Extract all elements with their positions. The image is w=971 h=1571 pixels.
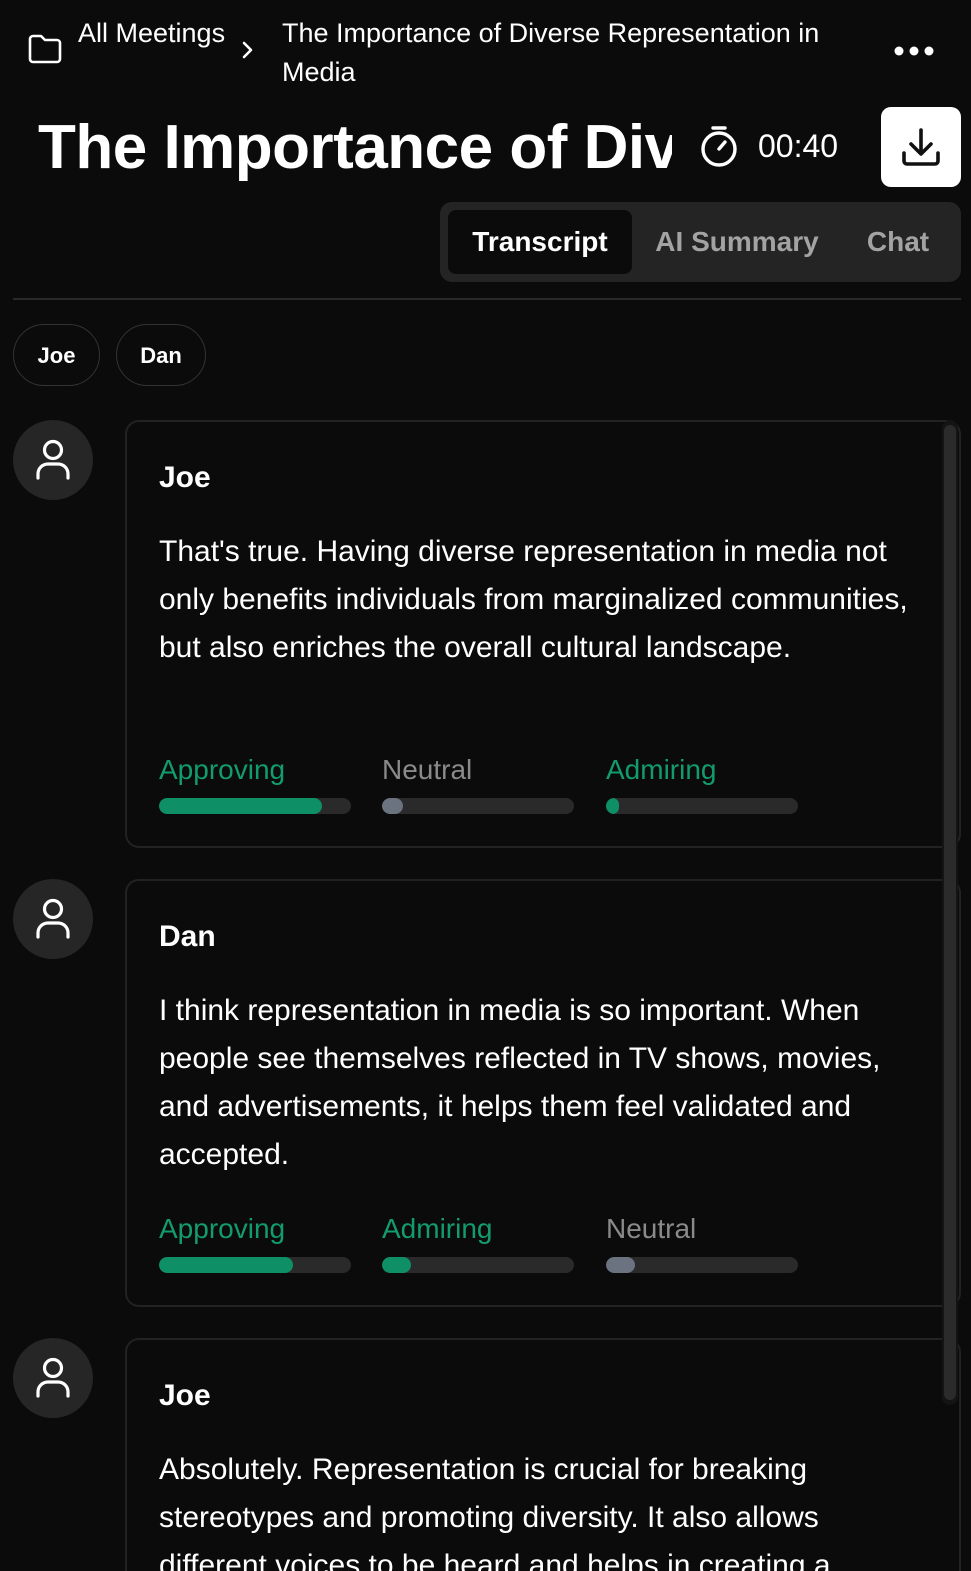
chevron-right-icon — [242, 41, 253, 59]
emotion-bar-fill — [606, 798, 620, 814]
emotion-meter: Admiring — [382, 1211, 574, 1273]
transcript-message: Joe That's true. Having diverse represen… — [125, 420, 961, 848]
emotion-bar-fill — [382, 798, 404, 814]
scrollbar-thumb[interactable] — [944, 425, 956, 1400]
emotion-meter: Approving — [159, 752, 351, 814]
emotion-label: Neutral — [606, 1213, 697, 1244]
emotion-bar — [382, 1257, 574, 1273]
view-tabs: Transcript AI Summary Chat — [440, 202, 961, 282]
message-speaker: Joe — [159, 461, 211, 494]
message-text: That's true. Having diverse representati… — [159, 535, 908, 664]
emotion-meter: Neutral — [606, 1211, 798, 1273]
message-speaker: Dan — [159, 920, 216, 953]
transcript-message: Dan I think representation in media is s… — [125, 879, 961, 1307]
transcript-message: Joe Absolutely. Representation is crucia… — [125, 1338, 961, 1571]
emotion-meter: Approving — [159, 1211, 351, 1273]
folder-icon — [28, 34, 62, 64]
tab-chat[interactable]: Chat — [842, 210, 954, 274]
emotion-bar-fill — [159, 798, 323, 814]
emotion-bar-fill — [606, 1257, 635, 1273]
emotion-label: Admiring — [382, 1213, 493, 1244]
emotion-bar — [159, 798, 351, 814]
emotion-bar — [606, 798, 798, 814]
emotion-meter: Neutral — [382, 752, 574, 814]
emotion-meter: Admiring — [606, 752, 798, 814]
user-icon — [36, 439, 70, 480]
breadcrumb: All Meetings The Importance of Diverse R… — [0, 0, 971, 100]
emotion-label: Neutral — [382, 754, 473, 785]
download-button[interactable] — [881, 107, 961, 187]
emotion-bar — [382, 798, 574, 814]
emotion-label: Admiring — [606, 754, 717, 785]
download-icon — [902, 128, 940, 166]
avatar — [13, 879, 93, 959]
more-horizontal-icon[interactable] — [888, 30, 940, 70]
page-title: The Importance of Diverse Representation… — [38, 113, 672, 182]
emotion-bar — [159, 1257, 351, 1273]
tab-transcript[interactable]: Transcript — [448, 210, 632, 274]
stopwatch-icon — [701, 126, 737, 167]
timer-value: 00:40 — [758, 128, 839, 164]
breadcrumb-all-meetings-link[interactable]: All Meetings — [78, 14, 228, 53]
speaker-chip-joe[interactable]: Joe — [13, 324, 100, 386]
emotion-bar-fill — [382, 1257, 411, 1273]
emotion-label: Approving — [159, 754, 286, 785]
emotion-bar — [606, 1257, 798, 1273]
message-speaker: Joe — [159, 1379, 211, 1412]
emotion-bar-fill — [159, 1257, 294, 1273]
message-text: Absolutely. Representation is crucial fo… — [159, 1453, 831, 1571]
user-icon — [36, 898, 70, 939]
avatar — [13, 420, 93, 500]
section-divider — [13, 298, 961, 300]
speaker-chip-dan[interactable]: Dan — [116, 324, 206, 386]
emotion-label: Approving — [159, 1213, 286, 1244]
tab-ai-summary[interactable]: AI Summary — [640, 210, 834, 274]
breadcrumb-current: The Importance of Diverse Representation… — [282, 18, 820, 87]
user-icon — [36, 1357, 70, 1398]
message-text: I think representation in media is so im… — [159, 994, 881, 1171]
avatar — [13, 1338, 93, 1418]
